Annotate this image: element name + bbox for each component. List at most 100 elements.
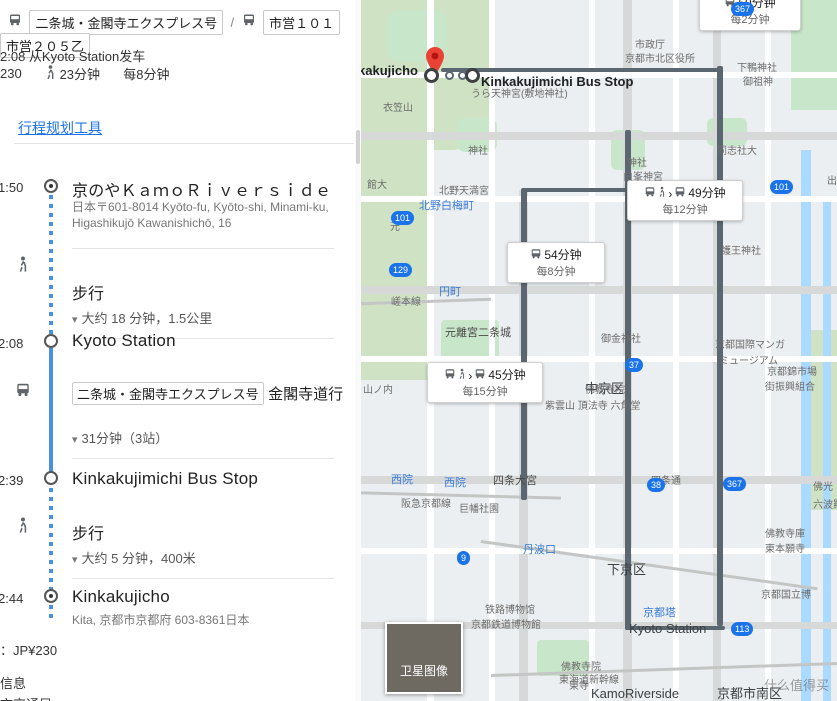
map-label: 京都鉄道博物館	[471, 620, 541, 631]
step-time-2: 2:08	[0, 336, 24, 351]
road-shield: 37	[625, 358, 644, 372]
road-shield: 129	[389, 263, 413, 277]
step-node-4	[44, 471, 58, 485]
map-label: 護王神社	[721, 246, 761, 257]
map-label: 白峯神宮	[623, 172, 663, 183]
road-shield: 101	[391, 211, 415, 225]
map-hill-west-2	[361, 120, 431, 380]
divider	[72, 458, 334, 459]
step-title-0[interactable]: 京のやＫａｍｏＲｉｖｅｒｓｉｄｅ	[72, 177, 331, 201]
map-road-v2	[489, 0, 495, 701]
bus-icon	[444, 368, 456, 383]
map-label: 佛光	[813, 482, 833, 493]
map-label: Kyoto Station	[629, 621, 707, 636]
map-label: 円町	[439, 286, 461, 298]
map-label: 東海道新幹線	[559, 675, 619, 686]
map-label: 京都国立博	[761, 590, 811, 601]
map-label: 佛教寺院	[561, 662, 601, 673]
transit-callout-2[interactable]: 54分钟 每8分钟	[507, 242, 605, 284]
transit-callout-1[interactable]: › 49分钟 每12分钟	[627, 180, 743, 222]
bus-line-row: 二条城・金閣寺エクスプレス号 金閣寺道行	[72, 382, 343, 405]
map-label: 西院	[444, 477, 466, 489]
walk-icon	[658, 186, 666, 201]
step-sub-3[interactable]: ▾ 31分钟（3站）	[72, 428, 168, 447]
callout-line-1: › 49分钟	[635, 184, 735, 201]
transit-callout-3[interactable]: › 45分钟 每15分钟	[427, 362, 543, 404]
map-label: 嵯本線	[391, 297, 421, 308]
chips-row-1: 二条城・金閣寺エクスプレス号 / 市営１０１	[8, 10, 341, 35]
panel-scroll-thumb[interactable]	[356, 130, 360, 164]
step-sub-5[interactable]: ▾ 大约 5 分钟，400米	[72, 548, 196, 567]
step-title-4[interactable]: Kinkakujimichi Bus Stop	[72, 469, 258, 489]
screen: 二条城・金閣寺エクスプレス号 / 市営１０１ 市営２０５乙 2:08 从Kyot…	[0, 0, 837, 701]
step-sub-1[interactable]: ▾ 大约 18 分钟，1.5公里	[72, 308, 212, 327]
bus-icon	[8, 13, 22, 32]
step-time-6: 2:44	[0, 591, 24, 606]
map-label: 佛教寺庫	[765, 529, 805, 540]
map-label: 巨幡社園	[459, 504, 499, 515]
bus-headsign: 金閣寺道行	[268, 386, 344, 403]
map-label: 神社	[468, 146, 488, 157]
price-value: 230	[0, 66, 22, 81]
map-label: 紫雲山 頂法寺 六角堂	[545, 401, 641, 412]
satellite-toggle-thumbnail[interactable]	[385, 622, 463, 694]
map-label: 下鴨神社	[737, 63, 777, 74]
bus-line-badge[interactable]: 二条城・金閣寺エクスプレス号	[72, 382, 264, 405]
map-label: 北野天満宮	[439, 186, 489, 197]
map-label: 東本願寺	[765, 544, 805, 555]
map-road-v6	[673, 0, 679, 701]
map-label: 同志社大	[717, 146, 757, 157]
walk-icon-summary	[45, 64, 56, 83]
walk-detail-text: 大约 18 分钟，1.5公里	[81, 311, 213, 326]
map-label: 市政厅	[635, 40, 665, 51]
chevron-right-icon: ›	[668, 186, 673, 201]
step-time-4: 2:39	[0, 473, 24, 488]
callout-duration: 45分钟	[488, 368, 526, 382]
map-label: 神社	[627, 158, 647, 169]
step-sub-0: 日本〒601-8014 Kyōto-fu, Kyōto-shi, Minami-…	[72, 200, 329, 230]
callout-frequency: 每12分钟	[662, 204, 708, 217]
road-shield: 101	[770, 180, 794, 194]
bus-icon-2	[474, 368, 486, 383]
trip-planner-link[interactable]: 行程规划工具	[18, 118, 102, 138]
divider	[72, 248, 334, 249]
route-solid-line	[49, 350, 53, 480]
road-shield: 9	[457, 551, 471, 565]
bus-detail-text: 31分钟（3站）	[81, 431, 169, 446]
chip-separator-1: /	[230, 15, 235, 30]
map-label: 下京区	[607, 562, 647, 577]
bus-stop-marker[interactable]	[465, 68, 480, 83]
step-title-2[interactable]: Kyoto Station	[72, 331, 176, 351]
map-canvas[interactable]: kakujicho Kinkakujimichi Bus Stop 50分钟 每…	[361, 0, 837, 701]
chevron-down-icon: ▾	[72, 434, 78, 446]
callout-line-1: › 45分钟	[435, 366, 535, 383]
origin-marker[interactable]	[424, 68, 439, 83]
chip-bus-name[interactable]: 二条城・金閣寺エクスプレス号	[29, 10, 224, 35]
step-title-6[interactable]: Kinkakujicho	[72, 587, 170, 607]
map-label: 西院	[391, 474, 413, 486]
route-overlay-top	[441, 68, 721, 72]
walk-duration: 23分钟	[59, 67, 101, 82]
step-title-5: 步行	[72, 526, 105, 543]
divider	[14, 143, 354, 144]
satellite-toggle-label: 卫星图像	[399, 664, 448, 678]
callout-duration: 54分钟	[544, 248, 582, 262]
map-label: 山ノ内	[363, 385, 393, 396]
bus-icon	[14, 382, 32, 402]
map-label: 館大	[367, 180, 387, 191]
bus-icon-2	[674, 186, 686, 201]
map-road-v4	[589, 0, 595, 701]
info-line-2: 市交通局	[0, 694, 52, 701]
road-shield: 113	[731, 622, 754, 636]
walk-icon	[458, 368, 466, 383]
road-shield: 38	[647, 478, 666, 492]
map-label: 京都市北区役所	[625, 54, 695, 65]
map-label: 街振興組合	[765, 382, 815, 393]
waypoint-marker-1[interactable]	[445, 71, 454, 80]
fare-total: ：JP¥230	[0, 643, 58, 658]
walk-icon	[14, 256, 32, 277]
watermark-text: 什么值得买	[763, 678, 829, 693]
trip-planner-block: 行程规划工具	[14, 110, 354, 144]
map-label: 六波羅	[813, 500, 837, 511]
chip-route-101[interactable]: 市営１０１	[263, 10, 341, 35]
